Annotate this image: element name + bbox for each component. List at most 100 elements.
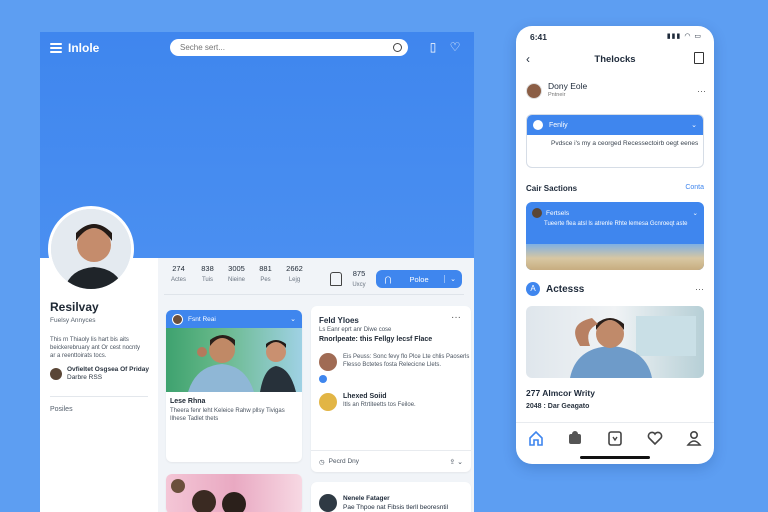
user-row[interactable]: Dony Eole Pntneir ···	[526, 82, 706, 100]
stat-item[interactable]: 881 Pes	[251, 264, 280, 283]
avatar[interactable]	[172, 313, 183, 325]
menu-icon[interactable]	[50, 43, 62, 53]
work-subtitle: Darbre RSS	[67, 374, 103, 381]
profile-name: Resilvay	[50, 300, 99, 314]
status-time: 6:41	[530, 32, 548, 42]
post-body: Pae Thpoe nat Fibsis tlerll beoresntil	[343, 504, 449, 511]
notice-card[interactable]: Fenliy ⌄ Pvdsce i's my a ceorged Recesse…	[526, 114, 704, 168]
post-date: Pecrd Dny	[328, 458, 360, 465]
tab-inbox[interactable]	[566, 429, 584, 447]
tab-favorites[interactable]	[646, 429, 664, 447]
phone-title: Thelocks	[594, 54, 636, 65]
home-indicator	[580, 456, 650, 459]
stat-item[interactable]: 875 Uxcy	[346, 269, 372, 288]
stat-item[interactable]: 838 Tuis	[193, 264, 222, 283]
stat-item[interactable]: 2662 Lejg	[280, 264, 309, 283]
profile-avatar[interactable]	[48, 206, 134, 292]
post-card[interactable]: Nenele Fatager Pae Thpoe nat Fibsis tlerl…	[311, 482, 471, 512]
post-body: Theera fenr leht Keleice Rahw pllsy Tivi…	[170, 408, 285, 422]
stat-number: 881	[259, 264, 272, 273]
comment-item[interactable]: Eis Peuss: Sonc fevy flo Plce Lte chlis …	[319, 353, 471, 371]
post-author: Nenele Fatager	[343, 495, 390, 502]
section-more-link[interactable]: Conta	[685, 184, 704, 191]
badge-icon	[533, 120, 543, 130]
avatar[interactable]	[319, 393, 337, 411]
post-header: Nenele Fatager Pae Thpoe nat Fibsis tlerl…	[319, 494, 471, 512]
person-photo-icon	[570, 316, 696, 378]
comment-item[interactable]: Lhexed Soiid Itls an Rtrtiteetts tos Feil…	[319, 393, 471, 411]
more-icon[interactable]: ···	[697, 86, 706, 96]
post-photo[interactable]	[526, 306, 704, 378]
post-caption: 277 Almcor Writy	[526, 388, 595, 398]
card-header: Fertsels ⌄	[526, 202, 704, 218]
post-photo[interactable]	[166, 328, 302, 392]
avatar	[50, 368, 62, 380]
notice-text: Pvdsce i's my a ceorged Recessectoirb oe…	[551, 140, 699, 147]
chevron-down-icon[interactable]: ⌄	[693, 209, 698, 217]
stat-label: Lejg	[288, 277, 301, 283]
avatar[interactable]	[532, 208, 542, 218]
avatar[interactable]	[319, 494, 337, 512]
post-text: Nenele Fatager Pae Thpoe nat Fibsis tlerl…	[343, 494, 448, 512]
phone-nav-bar: ‹ Thelocks	[516, 52, 714, 72]
stat-number: 274	[172, 264, 185, 273]
share-icon[interactable]	[694, 52, 704, 64]
calendar-icon	[608, 431, 622, 446]
circle-icon: A	[526, 282, 540, 296]
tab-profile[interactable]	[685, 429, 703, 447]
phone-screen: 6:41 ▮▮▮ ◠ ▭ ‹ Thelocks Dony Eole Pntneir…	[516, 26, 714, 464]
profile-bio: This rn Thiaoly lis hart bis aits beicke…	[50, 337, 141, 359]
status-icons: ▮▮▮ ◠ ▭	[666, 33, 702, 40]
stat-label: Pes	[260, 277, 271, 283]
tab-home[interactable]	[527, 429, 545, 447]
search-icon[interactable]	[393, 43, 402, 52]
post-card[interactable]: Fsnt Reai ⌄ Lese Rhna Theera fenr leht K…	[166, 310, 302, 462]
top-bar: Inlole ▯ ♡	[50, 39, 466, 56]
post-headline: Rnorlpeate: this Fellgy lecsf Flace	[319, 336, 433, 343]
tab-calendar[interactable]	[606, 429, 624, 447]
bookmark-icon[interactable]: ▯	[426, 40, 440, 54]
posts-label[interactable]: Posiles	[50, 406, 73, 413]
avatar[interactable]	[526, 83, 542, 99]
divider	[164, 294, 464, 295]
comment-text: Lhexed Soiid Itls an Rtrtiteetts tos Feil…	[343, 393, 416, 411]
comment-author: Lhexed Soiid	[343, 393, 387, 400]
section-title: Actesss	[546, 283, 585, 295]
notice-title: Fenliy	[549, 121, 568, 129]
more-icon[interactable]: ···	[451, 312, 461, 323]
post-photo[interactable]	[166, 474, 302, 512]
post-card[interactable]: Feld Yloes ··· Ls Eanr eprt anr Diwe cos…	[311, 306, 471, 472]
more-icon[interactable]: ···	[695, 284, 704, 294]
section-header: Cair Sactions Conta	[526, 184, 704, 193]
search-input[interactable]	[170, 39, 408, 56]
landscape-photo	[526, 244, 704, 270]
notice-header: Fenliy ⌄	[527, 115, 703, 135]
follow-label: Poloe	[409, 274, 429, 284]
follow-button[interactable]: ⋂ Poloe ⌄	[376, 270, 462, 288]
comment-text: Eis Peuss: Sonc fevy flo Plce Lte chlis …	[343, 354, 470, 368]
stat-label: Uxcy	[352, 282, 366, 288]
app-title: Inlole	[68, 41, 100, 55]
section-card[interactable]: Fertsels ⌄ Tueerte flea atsl ls atrenle …	[526, 202, 704, 270]
chevron-down-icon[interactable]: ⌄	[691, 121, 697, 129]
post-title: Feld Yloes	[319, 316, 359, 325]
avatar[interactable]	[319, 353, 337, 371]
stat-item[interactable]: 3005 Nieine	[222, 264, 251, 283]
stat-number: 875	[352, 269, 366, 278]
stat-item[interactable]: 274 Actes	[164, 264, 193, 283]
share-icon[interactable]: ⇪ ⌄	[449, 458, 463, 466]
upload-icon[interactable]	[330, 272, 342, 286]
clock-icon: ◷	[319, 458, 325, 466]
profile-work[interactable]: Ovfieltet Osgsea Of Priday Darbre RSS	[50, 366, 150, 382]
heart-icon	[647, 431, 662, 446]
profile-subtitle: Fuelsy Annyces	[50, 317, 96, 324]
stat-number: 2662	[286, 264, 303, 273]
stat-label: Tuis	[201, 277, 214, 283]
chevron-down-icon[interactable]: ⌄	[444, 275, 456, 283]
post-footer: ◷ Pecrd Dny ⇪ ⌄	[311, 450, 471, 472]
link-icon[interactable]	[319, 375, 327, 383]
chevron-down-icon[interactable]: ⌄	[290, 315, 296, 323]
heart-icon[interactable]: ♡	[448, 40, 462, 54]
work-text: Ovfieltet Osgsea Of Priday Darbre RSS	[67, 366, 149, 382]
post-card[interactable]	[166, 474, 302, 512]
